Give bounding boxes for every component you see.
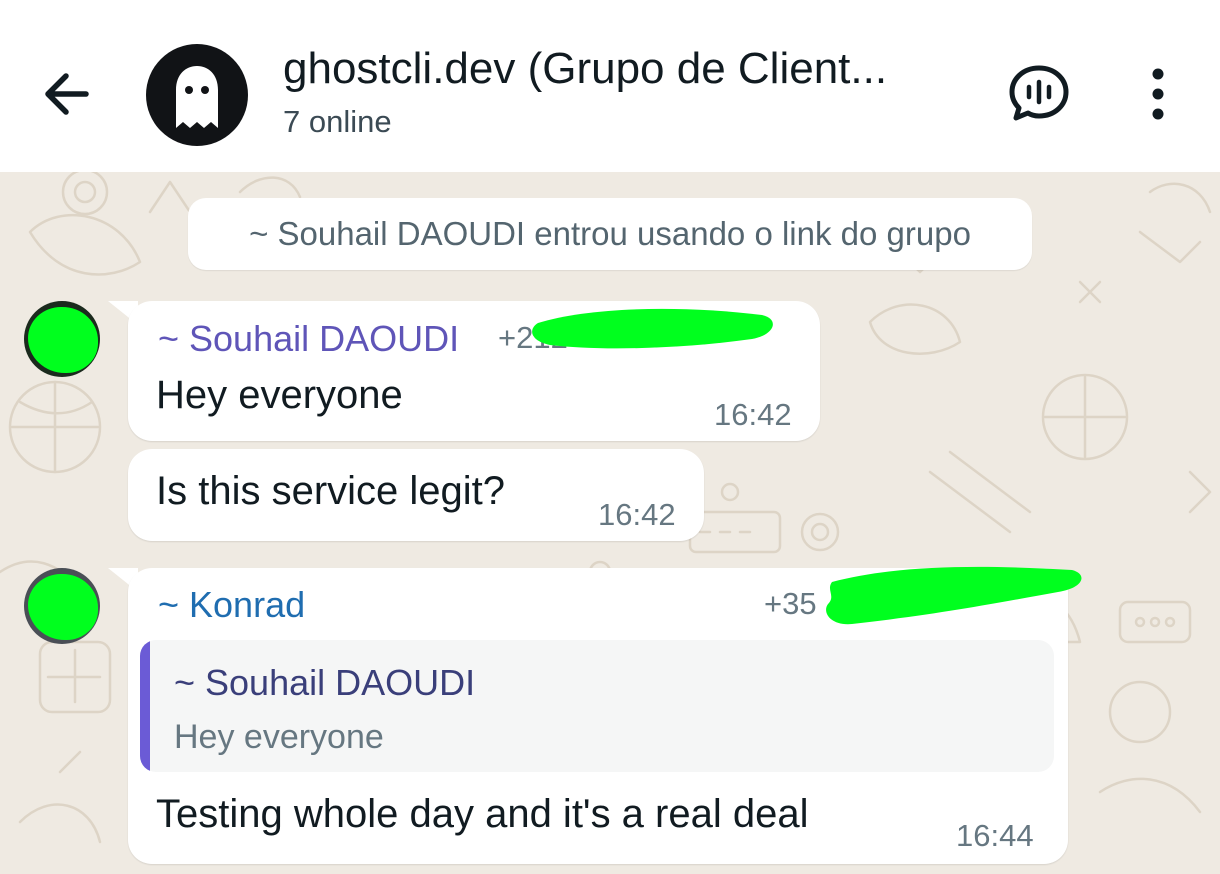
voice-chat-button[interactable] bbox=[1004, 62, 1074, 124]
redaction-mark bbox=[532, 308, 773, 349]
quote-accent-bar bbox=[140, 640, 150, 772]
arrow-back-icon bbox=[45, 73, 89, 115]
online-count: 7 online bbox=[283, 104, 392, 139]
message-bubble[interactable]: ~ Souhail DAOUDI +212 Hey everyone 16:42 bbox=[128, 301, 820, 441]
more-vertical-icon bbox=[1152, 68, 1164, 120]
group-avatar[interactable] bbox=[146, 44, 248, 146]
message-time: 16:44 bbox=[956, 818, 1034, 853]
chat-header: ghostcli.dev (Grupo de Client... 7 onlin… bbox=[0, 0, 1220, 172]
system-message: ~ Souhail DAOUDI entrou usando o link do… bbox=[188, 198, 1032, 270]
message-text: Hey everyone bbox=[156, 373, 403, 417]
message-time: 16:42 bbox=[714, 397, 792, 432]
message-time: 16:42 bbox=[598, 497, 676, 532]
chat-area: ~ Souhail DAOUDI entrou usando o link do… bbox=[0, 172, 1220, 874]
redaction-mark bbox=[28, 307, 98, 373]
sender-avatar[interactable] bbox=[24, 568, 100, 644]
quoted-message[interactable]: ~ Souhail DAOUDI Hey everyone bbox=[140, 640, 1054, 772]
quoted-text: Hey everyone bbox=[174, 718, 384, 756]
message-text: Testing whole day and it's a real deal bbox=[156, 792, 809, 836]
message-text: Is this service legit? bbox=[156, 469, 506, 513]
redaction-mark bbox=[826, 566, 1082, 625]
ghost-logo bbox=[176, 66, 218, 128]
chat-title[interactable]: ghostcli.dev (Grupo de Client... bbox=[283, 44, 983, 94]
more-options-button[interactable] bbox=[1138, 66, 1178, 122]
quoted-sender: ~ Souhail DAOUDI bbox=[174, 662, 476, 703]
sender-avatar[interactable] bbox=[24, 301, 100, 377]
sender-name[interactable]: ~ Souhail DAOUDI bbox=[158, 318, 459, 360]
sender-name[interactable]: ~ Konrad bbox=[158, 584, 305, 626]
message-bubble[interactable]: ~ Konrad +35 ~ Souhail DAOUDI Hey everyo… bbox=[128, 566, 1082, 864]
message-bubble[interactable]: Is this service legit? 16:42 bbox=[128, 449, 704, 541]
redaction-mark bbox=[28, 574, 98, 640]
sender-phone: +35 bbox=[764, 586, 817, 621]
back-button[interactable] bbox=[38, 66, 100, 122]
voice-chat-icon bbox=[1009, 65, 1069, 121]
